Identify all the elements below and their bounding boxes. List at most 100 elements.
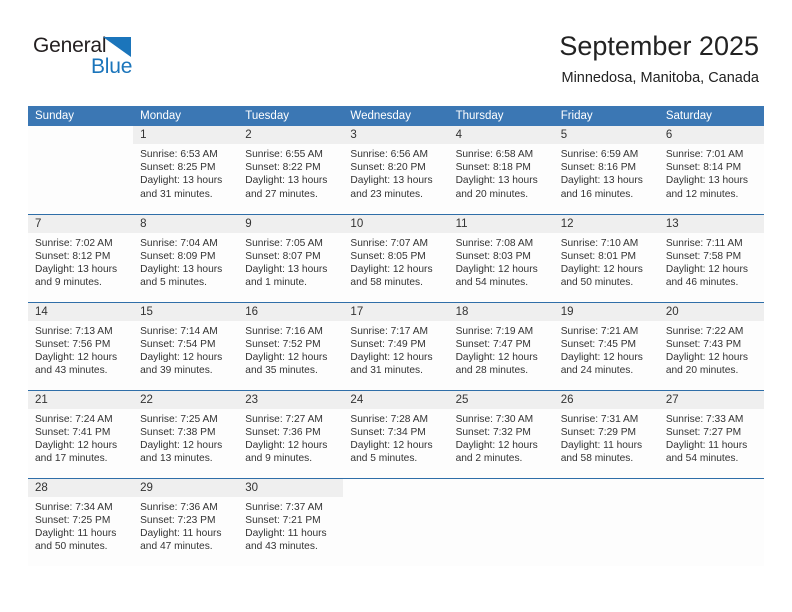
sunrise-text: Sunrise: 7:14 AM (140, 325, 218, 337)
day-number: 18 (448, 302, 554, 321)
calendar-day-cell-empty (658, 477, 764, 566)
calendar-day-cell[interactable]: 22 Sunrise: 7:25 AM Sunset: 7:38 PM Dayligh… (133, 389, 239, 478)
day-number: 12 (553, 214, 659, 233)
sunrise-text: Sunrise: 6:55 AM (245, 149, 323, 160)
day-sun-info: Sunrise: 7:37 AM Sunset: 7:21 PM Daylight:… (238, 497, 343, 554)
day-number: 19 (553, 302, 659, 321)
daylight-text-line1: Daylight: 11 hours (560, 439, 643, 451)
sunrise-text: Sunrise: 7:31 AM (560, 413, 639, 425)
calendar-day-cell[interactable]: 27 Sunrise: 7:33 AM Sunset: 7:27 PM Dayligh… (658, 389, 764, 478)
daylight-text-line1: Daylight: 12 hours (455, 263, 538, 275)
calendar-day-cell[interactable]: 14 Sunrise: 7:13 AM Sunset: 7:56 PM Dayligh… (28, 301, 134, 390)
day-sun-info: Sunrise: 7:04 AM Sunset: 8:09 PM Daylight:… (133, 233, 238, 290)
daylight-text-line2: and 20 minutes. (665, 365, 739, 377)
sunrise-text: Sunrise: 6:56 AM (350, 149, 429, 160)
calendar-table: Sunday Monday Tuesday Wednesday Thursday… (28, 106, 764, 566)
daylight-text-line2: and 47 minutes. (140, 541, 213, 553)
calendar-page: General Blue September 2025 Minnedosa, M… (0, 0, 792, 612)
day-number: 29 (133, 478, 239, 497)
calendar-day-cell[interactable]: 12 Sunrise: 7:10 AM Sunset: 8:01 PM Dayligh… (553, 213, 659, 302)
sunrise-text: Sunrise: 7:36 AM (140, 501, 218, 513)
calendar-day-cell[interactable]: 25 Sunrise: 7:30 AM Sunset: 7:32 PM Dayligh… (448, 389, 554, 478)
day-number: 20 (658, 302, 764, 321)
calendar-day-cell[interactable]: 5 Sunrise: 6:59 AM Sunset: 8:16 PM Daylight… (553, 126, 659, 214)
general-blue-logo[interactable]: General Blue (33, 34, 143, 82)
day-number (343, 479, 448, 497)
calendar-day-cell[interactable]: 30 Sunrise: 7:37 AM Sunset: 7:21 PM Dayligh… (238, 477, 344, 566)
day-sun-info: Sunrise: 7:31 AM Sunset: 7:29 PM Daylight:… (554, 409, 659, 466)
sunrise-text: Sunrise: 7:16 AM (245, 325, 323, 337)
day-number (659, 479, 764, 497)
calendar-day-cell[interactable]: 28 Sunrise: 7:34 AM Sunset: 7:25 PM Dayligh… (28, 477, 134, 566)
day-number: 2 (238, 126, 344, 144)
sunset-text: Sunset: 7:25 PM (35, 514, 111, 526)
daylight-text-line1: Daylight: 13 hours (140, 175, 223, 187)
sunrise-text: Sunrise: 7:10 AM (560, 237, 639, 249)
daylight-text-line1: Daylight: 12 hours (350, 263, 433, 275)
calendar-day-cell[interactable]: 16 Sunrise: 7:16 AM Sunset: 7:52 PM Dayligh… (238, 301, 344, 390)
calendar-day-cell[interactable]: 17 Sunrise: 7:17 AM Sunset: 7:49 PM Dayligh… (343, 301, 449, 390)
calendar-day-cell[interactable]: 19 Sunrise: 7:21 AM Sunset: 7:45 PM Dayligh… (553, 301, 659, 390)
daylight-text-line1: Daylight: 12 hours (245, 439, 328, 451)
daylight-text-line2: and 9 minutes. (245, 453, 313, 465)
calendar-week-row: 28 Sunrise: 7:34 AM Sunset: 7:25 PM Dayligh… (28, 477, 764, 566)
daylight-text-line1: Daylight: 13 hours (35, 263, 118, 275)
calendar-day-cell[interactable]: 26 Sunrise: 7:31 AM Sunset: 7:29 PM Dayligh… (553, 389, 659, 478)
day-number: 27 (658, 390, 764, 409)
daylight-text-line2: and 54 minutes. (455, 277, 529, 289)
sunset-text: Sunset: 7:58 PM (665, 250, 742, 262)
calendar-day-cell[interactable]: 7 Sunrise: 7:02 AM Sunset: 8:12 PM Daylight… (28, 213, 134, 302)
daylight-text-line2: and 43 minutes. (245, 541, 318, 553)
sunset-text: Sunset: 7:56 PM (35, 338, 111, 350)
daylight-text-line1: Daylight: 13 hours (350, 175, 433, 187)
calendar-day-cell[interactable]: 4 Sunrise: 6:58 AM Sunset: 8:18 PM Daylight… (448, 126, 554, 214)
sunset-text: Sunset: 8:01 PM (560, 250, 637, 262)
day-number: 22 (133, 390, 239, 409)
sunrise-text: Sunrise: 6:59 AM (560, 149, 639, 160)
sunset-text: Sunset: 7:34 PM (350, 426, 426, 438)
day-sun-info: Sunrise: 7:30 AM Sunset: 7:32 PM Daylight:… (449, 409, 554, 466)
daylight-text-line2: and 5 minutes. (140, 277, 207, 289)
calendar-day-cell[interactable]: 2 Sunrise: 6:55 AM Sunset: 8:22 PM Daylight… (238, 126, 344, 214)
day-sun-info: Sunrise: 7:14 AM Sunset: 7:54 PM Daylight:… (133, 321, 238, 378)
daylight-text-line2: and 5 minutes. (350, 453, 418, 465)
sunset-text: Sunset: 8:22 PM (245, 162, 321, 174)
day-sun-info: Sunrise: 7:01 AM Sunset: 8:14 PM Daylight:… (659, 144, 764, 201)
day-sun-info: Sunrise: 7:11 AM Sunset: 7:58 PM Daylight:… (659, 233, 764, 290)
daylight-text-line1: Daylight: 13 hours (665, 175, 748, 187)
daylight-text-line2: and 16 minutes. (560, 188, 634, 200)
calendar-day-cell[interactable]: 3 Sunrise: 6:56 AM Sunset: 8:20 PM Daylight… (343, 126, 449, 214)
day-number: 15 (133, 302, 239, 321)
calendar-day-cell[interactable]: 6 Sunrise: 7:01 AM Sunset: 8:14 PM Daylight… (658, 126, 764, 214)
daylight-text-line2: and 46 minutes. (665, 277, 739, 289)
day-sun-info: Sunrise: 7:27 AM Sunset: 7:36 PM Daylight:… (238, 409, 343, 466)
calendar-day-cell[interactable]: 21 Sunrise: 7:24 AM Sunset: 7:41 PM Dayligh… (28, 389, 134, 478)
weekday-header-friday: Friday (553, 106, 659, 126)
calendar-day-cell[interactable]: 10 Sunrise: 7:07 AM Sunset: 8:05 PM Dayligh… (343, 213, 449, 302)
calendar-day-cell[interactable]: 29 Sunrise: 7:36 AM Sunset: 7:23 PM Dayligh… (133, 477, 239, 566)
sunrise-text: Sunrise: 7:01 AM (665, 149, 744, 160)
calendar-day-cell[interactable]: 15 Sunrise: 7:14 AM Sunset: 7:54 PM Dayligh… (133, 301, 239, 390)
sunset-text: Sunset: 8:09 PM (140, 250, 216, 262)
sunrise-text: Sunrise: 7:24 AM (35, 413, 113, 425)
day-number: 25 (448, 390, 554, 409)
day-number: 14 (28, 302, 134, 321)
day-sun-info: Sunrise: 7:10 AM Sunset: 8:01 PM Daylight:… (554, 233, 659, 290)
calendar-day-cell[interactable]: 1 Sunrise: 6:53 AM Sunset: 8:25 PM Daylight… (133, 126, 239, 214)
logo-text-blue: Blue (91, 55, 133, 78)
calendar-day-cell[interactable]: 18 Sunrise: 7:19 AM Sunset: 7:47 PM Dayligh… (448, 301, 554, 390)
day-number: 6 (658, 126, 764, 144)
daylight-text-line1: Daylight: 12 hours (455, 439, 538, 451)
calendar-day-cell[interactable]: 9 Sunrise: 7:05 AM Sunset: 8:07 PM Daylight… (238, 213, 344, 302)
calendar-day-cell[interactable]: 20 Sunrise: 7:22 AM Sunset: 7:43 PM Dayligh… (658, 301, 764, 390)
calendar-day-cell[interactable]: 11 Sunrise: 7:08 AM Sunset: 8:03 PM Dayligh… (448, 213, 554, 302)
day-sun-info: Sunrise: 7:16 AM Sunset: 7:52 PM Daylight:… (238, 321, 343, 378)
day-number: 9 (238, 214, 344, 233)
daylight-text-line2: and 35 minutes. (245, 365, 318, 377)
calendar-day-cell[interactable]: 13 Sunrise: 7:11 AM Sunset: 7:58 PM Dayligh… (658, 213, 764, 302)
day-sun-info: Sunrise: 7:19 AM Sunset: 7:47 PM Daylight:… (449, 321, 554, 378)
day-sun-info: Sunrise: 7:21 AM Sunset: 7:45 PM Daylight:… (554, 321, 659, 378)
calendar-day-cell[interactable]: 8 Sunrise: 7:04 AM Sunset: 8:09 PM Daylight… (133, 213, 239, 302)
calendar-day-cell[interactable]: 23 Sunrise: 7:27 AM Sunset: 7:36 PM Dayligh… (238, 389, 344, 478)
calendar-day-cell[interactable]: 24 Sunrise: 7:28 AM Sunset: 7:34 PM Dayligh… (343, 389, 449, 478)
